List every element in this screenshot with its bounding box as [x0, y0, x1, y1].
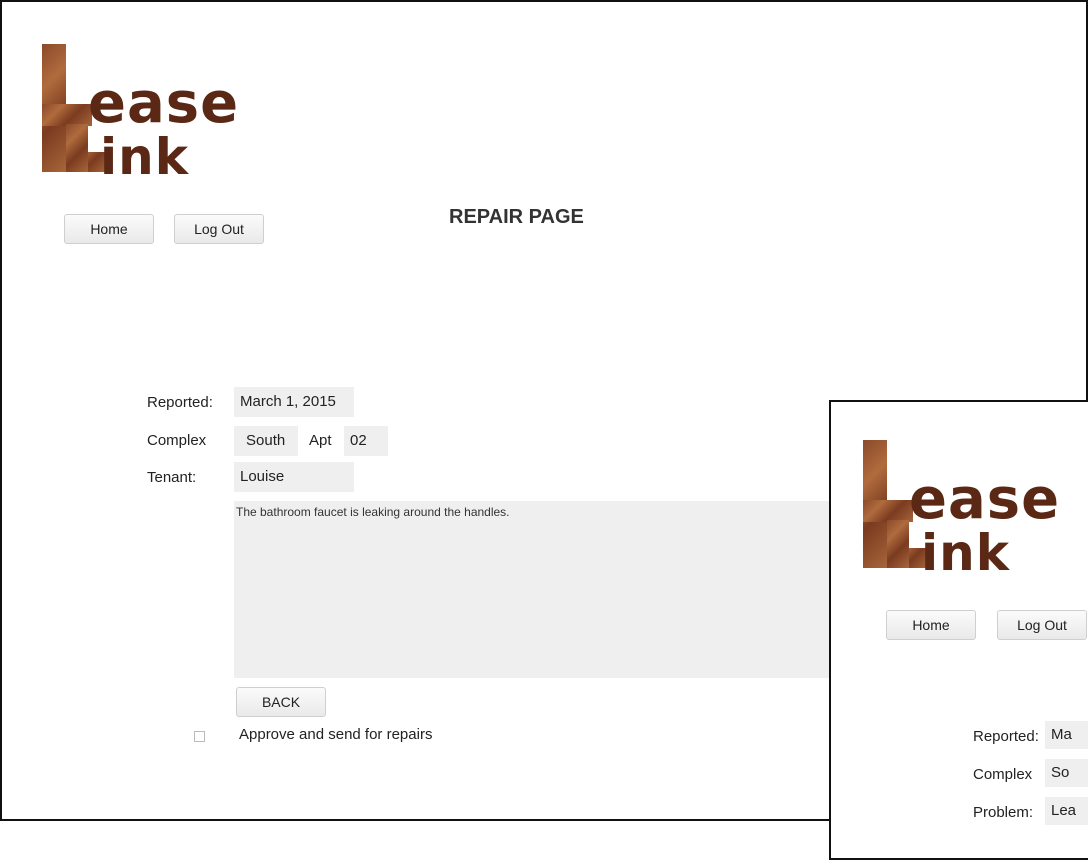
- apt-field: 02: [344, 426, 388, 456]
- approve-checkbox[interactable]: [194, 731, 205, 742]
- leaselink-logo: ease ink: [40, 42, 270, 182]
- complex-label: Complex: [147, 432, 207, 449]
- reported-field-2: Ma: [1045, 721, 1088, 749]
- reported-field: March 1, 2015: [234, 387, 354, 417]
- complex-field-2: So: [1045, 759, 1088, 787]
- logout-button[interactable]: Log Out: [174, 214, 264, 244]
- problem-description[interactable]: The bathroom faucet is leaking around th…: [234, 501, 854, 678]
- complex-label-2: Complex: [973, 766, 1033, 783]
- complex-field: South: [234, 426, 298, 456]
- problem-label-2: Problem:: [973, 804, 1034, 821]
- tenant-field: Louise: [234, 462, 354, 492]
- approve-label: Approve and send for repairs: [239, 726, 433, 743]
- repair-page-window-preview: ease ink Home Log Out Reported: Ma Compl…: [829, 400, 1088, 860]
- leaselink-logo-2: ease ink: [861, 438, 1088, 578]
- home-button[interactable]: Home: [64, 214, 154, 244]
- reported-label-2: Reported:: [973, 728, 1039, 745]
- page-title: REPAIR PAGE: [449, 206, 584, 228]
- reported-label: Reported:: [147, 394, 213, 411]
- tenant-label: Tenant:: [147, 469, 197, 486]
- apt-label: Apt: [309, 432, 332, 449]
- back-button[interactable]: BACK: [236, 687, 326, 717]
- home-button-2[interactable]: Home: [886, 610, 976, 640]
- logout-button-2[interactable]: Log Out: [997, 610, 1087, 640]
